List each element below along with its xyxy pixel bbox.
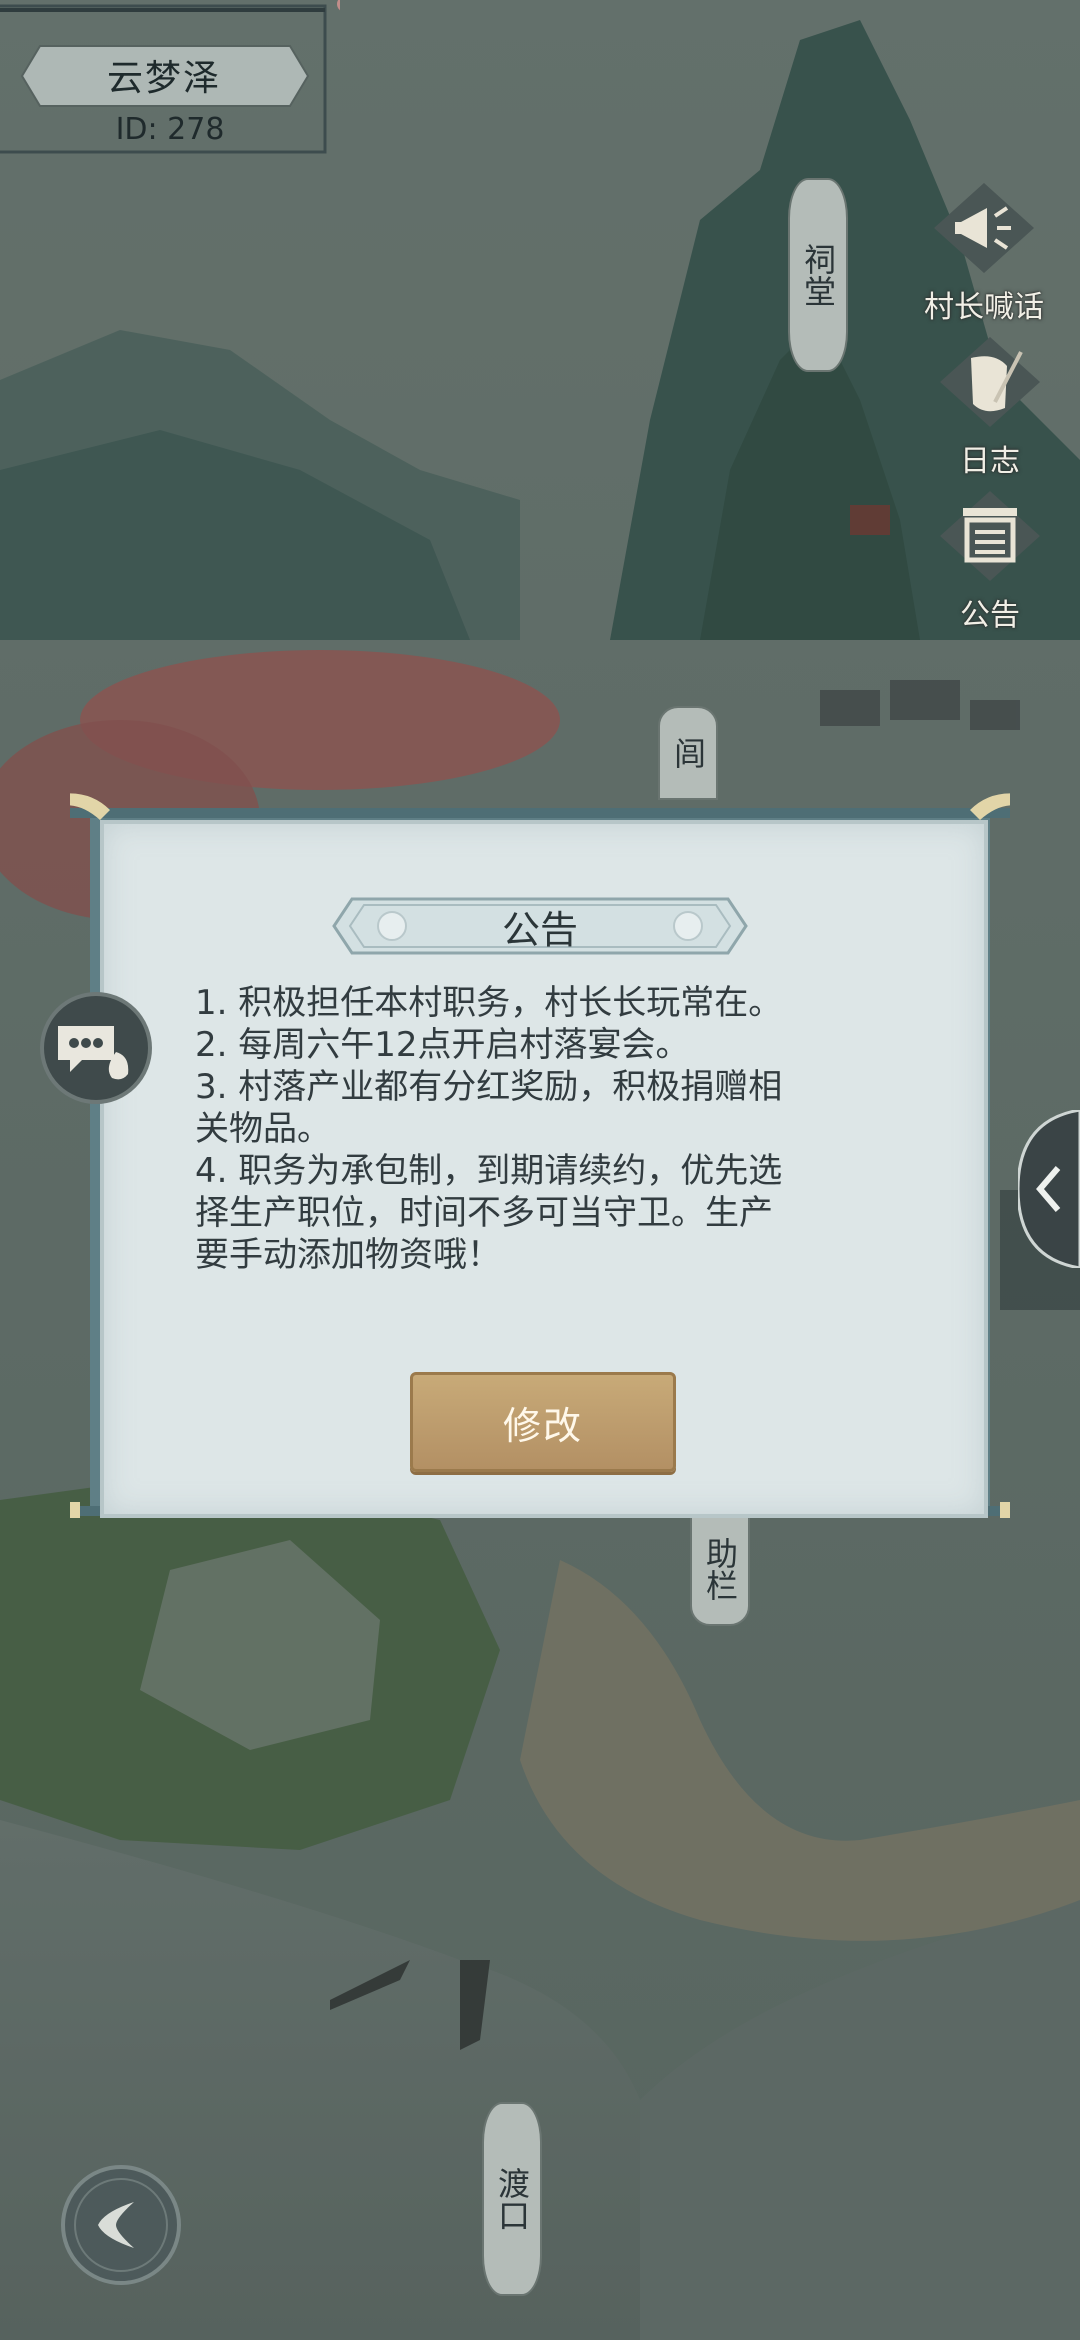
notice-line: 3. 村落产业都有分红奖励，积极捐赠相 [195, 1067, 783, 1107]
map-label-lane[interactable]: 闾 [658, 706, 718, 800]
lane-label: 闾 [669, 737, 707, 769]
edit-notice-button[interactable]: 修改 [410, 1372, 676, 1472]
fence-label: 助栏 [701, 1537, 739, 1601]
notice-line: 2. 每周六午12点开启村落宴会。 [195, 1025, 690, 1065]
log-label: 日志 [960, 444, 1020, 479]
notice-button[interactable]: 公告 [910, 486, 1070, 634]
chat-button[interactable] [38, 990, 154, 1106]
scroll-quill-icon [940, 337, 1040, 427]
notice-line: 4. 职务为承包制，到期请续约，优先选 [195, 1151, 783, 1191]
notice-line: 关物品。 [195, 1109, 331, 1149]
notice-title: 公告 [501, 907, 578, 952]
chat-bubble-icon [40, 992, 152, 1104]
notice-label: 公告 [960, 598, 1020, 633]
notice-content: 1. 积极担任本村职务，村长长玩常在。 2. 每周六午12点开启村落宴会。 3.… [195, 982, 855, 1276]
village-info-plate: 云梦泽 ID: 278 [0, 0, 353, 160]
village-chief-shout-label: 村长喊话 [924, 290, 1044, 325]
map-label-ferry[interactable]: 渡口 [482, 2102, 542, 2296]
notice-board-icon [940, 491, 1040, 581]
log-button[interactable]: 日志 [910, 332, 1070, 480]
map-label-ancestral-hall[interactable]: 祠堂 [788, 178, 848, 372]
side-panel-toggle-button[interactable] [1016, 1108, 1080, 1270]
ancestral-hall-label: 祠堂 [799, 243, 837, 307]
back-button[interactable] [58, 2162, 184, 2288]
notice-line: 1. 积极担任本村职务，村长长玩常在。 [195, 983, 783, 1023]
village-id: ID: 278 [115, 112, 225, 147]
notice-line: 要手动添加物资哦！ [195, 1235, 501, 1275]
village-chief-shout-button[interactable]: 村长喊话 [904, 178, 1064, 326]
village-name: 云梦泽 [106, 58, 221, 99]
ferry-label: 渡口 [493, 2167, 531, 2231]
notice-title-banner: 公告 [330, 895, 750, 957]
chevron-left-icon [1016, 1108, 1080, 1270]
back-arrow-icon [61, 2165, 181, 2285]
notice-line: 择生产职位，时间不多可当守卫。生产 [195, 1193, 773, 1233]
megaphone-icon [934, 183, 1034, 273]
